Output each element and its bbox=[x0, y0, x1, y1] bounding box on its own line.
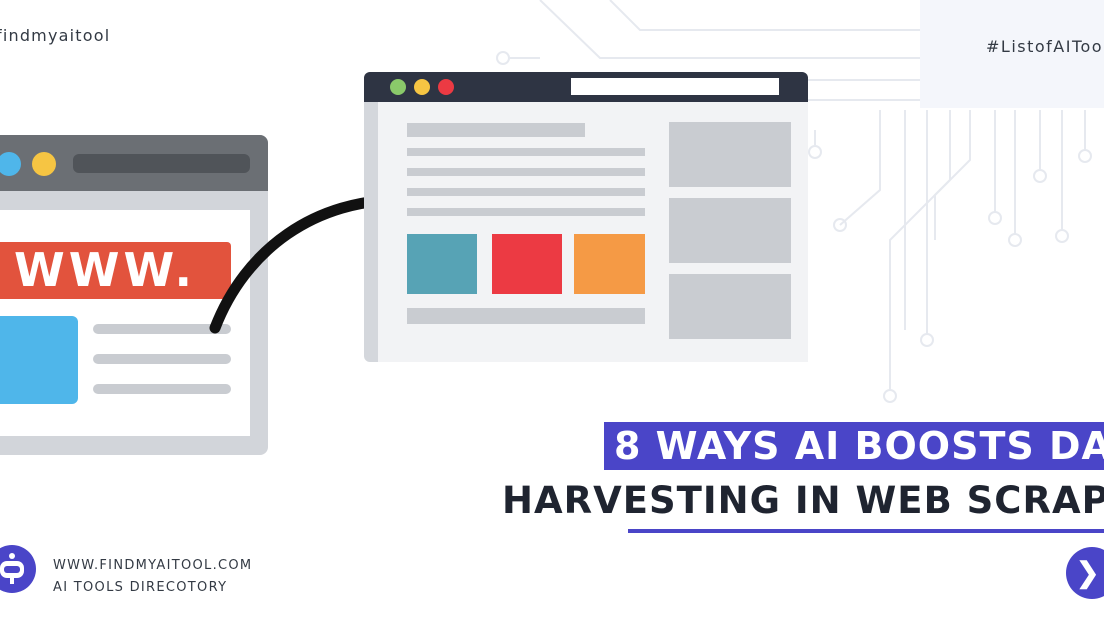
target-browser-illustration bbox=[364, 72, 808, 362]
robot-logo-icon bbox=[0, 545, 36, 593]
hashtag: #ListofAITools bbox=[986, 37, 1104, 56]
tile-teal bbox=[407, 234, 477, 294]
tile-red bbox=[492, 234, 562, 294]
tile-orange bbox=[574, 234, 645, 294]
window-dot-yellow bbox=[32, 152, 56, 176]
blue-content-block bbox=[0, 316, 78, 404]
robot-face-icon bbox=[0, 553, 24, 584]
target-address-bar bbox=[571, 78, 779, 95]
footer-tagline: AI TOOLS DIRECOTORY bbox=[53, 580, 228, 595]
headline-underline bbox=[628, 529, 1104, 533]
window-dot-red bbox=[438, 79, 454, 95]
window-dot-green bbox=[390, 79, 406, 95]
headline-line-2: HARVESTING IN WEB SCRAPING bbox=[502, 479, 1104, 522]
brand-handle: findmyaitool bbox=[0, 26, 111, 45]
chevron-right-icon: ❯ bbox=[1076, 557, 1100, 588]
window-dot-yellow bbox=[414, 79, 430, 95]
headline-line-1: 8 WAYS AI BOOSTS DATA bbox=[604, 422, 1104, 470]
www-banner-text: WWW. bbox=[14, 243, 196, 297]
footer-website[interactable]: WWW.FINDMYAITOOL.COM bbox=[53, 558, 252, 573]
